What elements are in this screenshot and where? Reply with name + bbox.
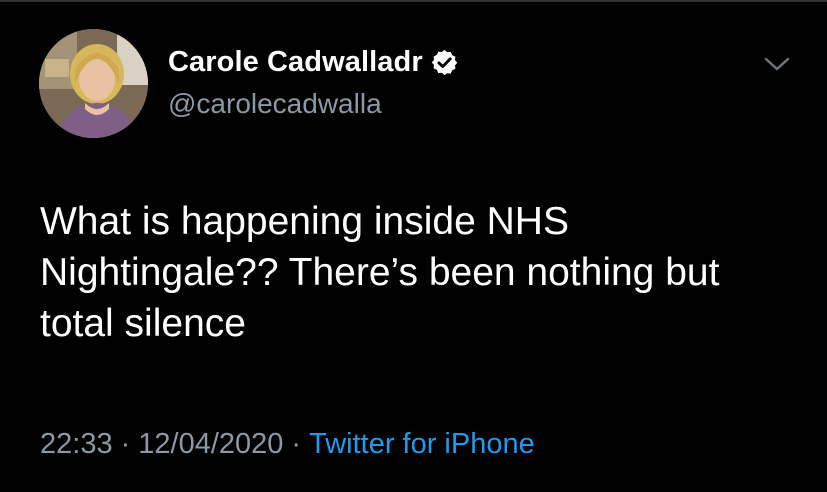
tweet-date[interactable]: 12/04/2020 — [138, 428, 283, 460]
meta-separator: · — [291, 428, 302, 460]
display-name[interactable]: Carole Cadwalladr — [168, 46, 423, 79]
tweet-text: What is happening inside NHS Nightingale… — [40, 200, 720, 345]
tweet-metadata: 22:33 · 12/04/2020 · Twitter for iPhone — [40, 428, 535, 461]
tweet-source-link[interactable]: Twitter for iPhone — [309, 428, 535, 460]
tweet-time[interactable]: 22:33 — [40, 428, 113, 460]
chevron-down-icon[interactable] — [763, 54, 791, 74]
user-handle[interactable]: @carolecadwalla — [168, 88, 382, 120]
avatar-photo — [39, 29, 148, 138]
avatar[interactable] — [39, 29, 148, 138]
author-name-row[interactable]: Carole Cadwalladr — [168, 46, 459, 79]
meta-separator: · — [120, 428, 131, 460]
verified-badge-icon — [430, 48, 459, 77]
tweet-card: Carole Cadwalladr @carolecadwalla What i… — [0, 0, 827, 492]
